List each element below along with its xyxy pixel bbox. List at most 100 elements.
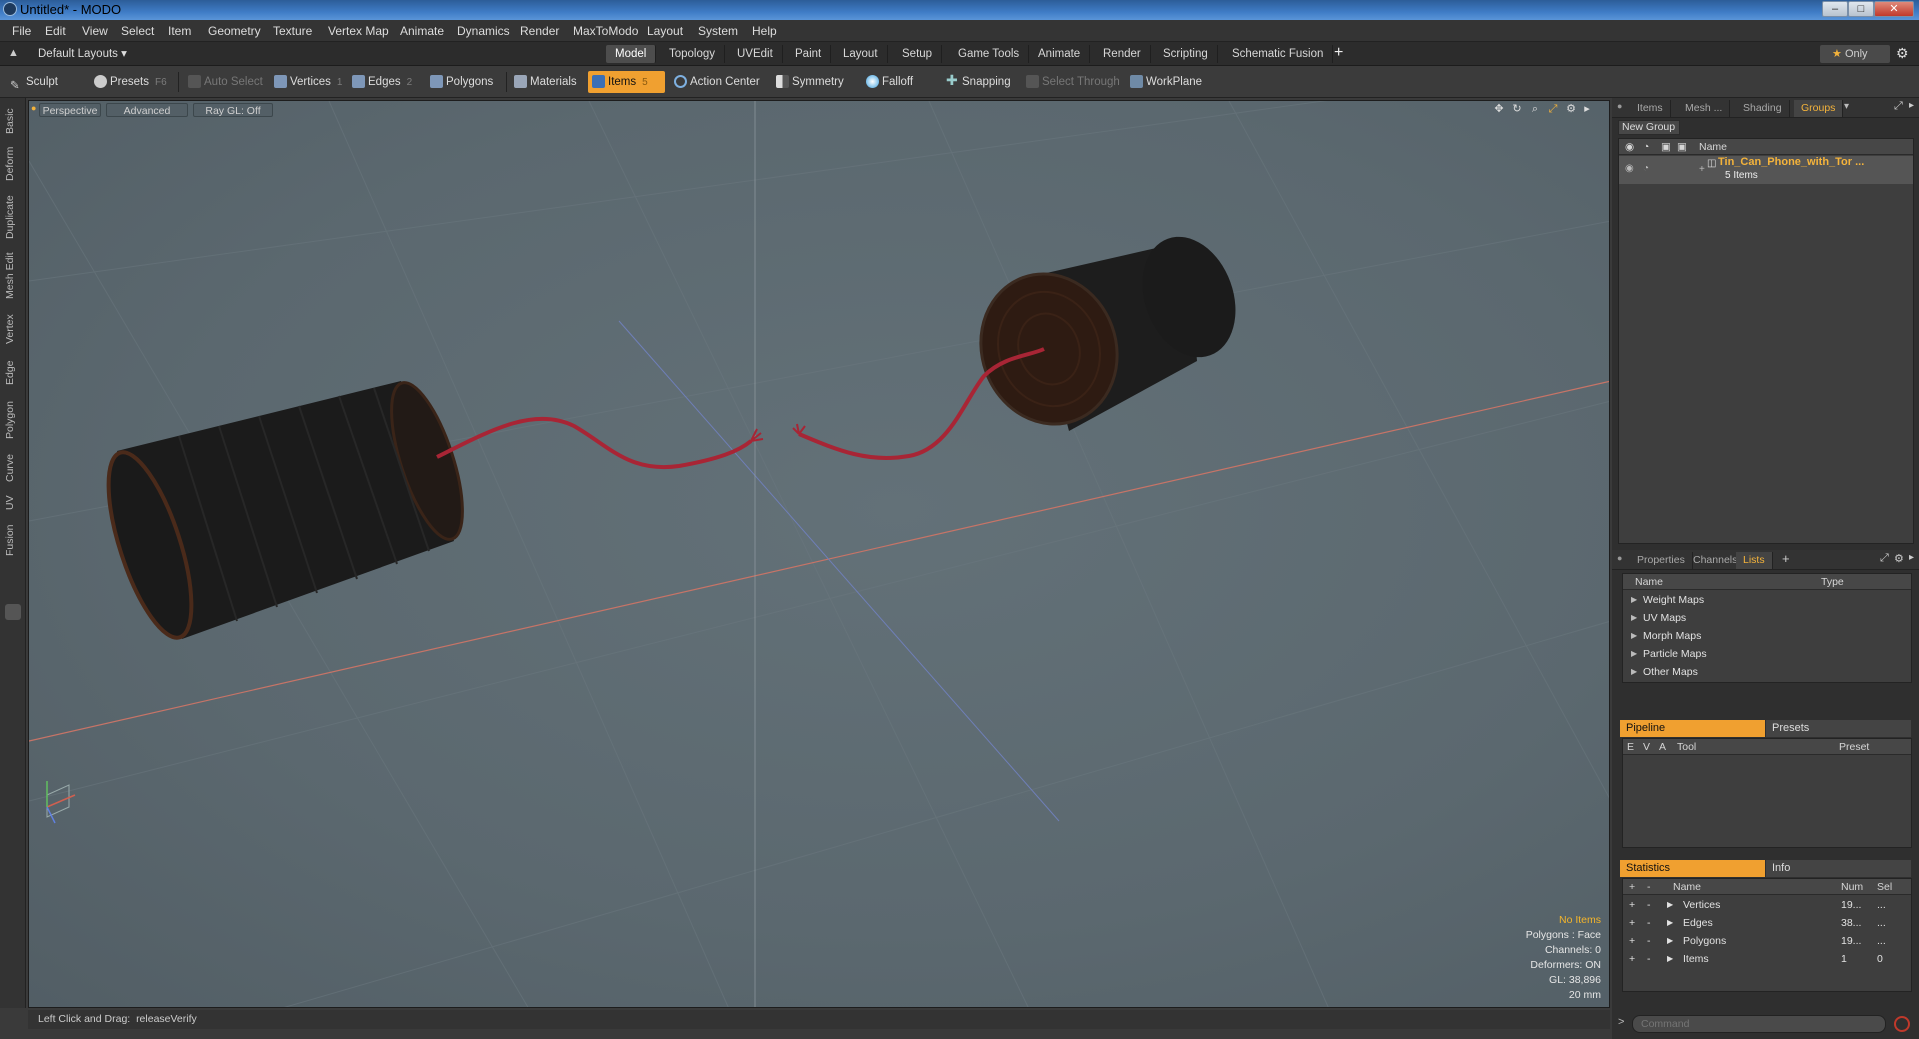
tab-pipeline[interactable]: Pipeline bbox=[1620, 720, 1765, 737]
new-group-button[interactable]: New Group bbox=[1618, 120, 1680, 135]
items-button[interactable]: Items 5 bbox=[588, 71, 665, 93]
panel-arrow-icon[interactable]: ▸ bbox=[1909, 100, 1914, 111]
falloff-button[interactable]: Falloff bbox=[862, 71, 919, 93]
stats-row[interactable]: + - ▶ Vertices 19... ... bbox=[1623, 896, 1911, 914]
add-tab-icon[interactable]: + bbox=[1334, 44, 1343, 62]
menu-file[interactable]: File bbox=[12, 24, 31, 38]
polygons-button[interactable]: Polygons bbox=[426, 71, 499, 93]
tab-presets[interactable]: Presets bbox=[1766, 720, 1911, 737]
group-row[interactable]: ◉ ◔ + ◫ Tin_Can_Phone_with_Tor ... 5 Ite… bbox=[1619, 156, 1913, 184]
menu-vertex-map[interactable]: Vertex Map bbox=[328, 24, 389, 38]
gear-icon[interactable]: ⚙ bbox=[1896, 45, 1909, 62]
viewport-options-icon[interactable]: ● bbox=[31, 103, 36, 113]
layout-selector[interactable]: Default Layouts ▾ bbox=[38, 46, 127, 60]
command-history-icon[interactable] bbox=[1894, 1016, 1910, 1032]
sidebar-tab-polygon[interactable]: Polygon bbox=[4, 396, 22, 444]
expand-triangle-icon[interactable]: ▶ bbox=[1631, 627, 1637, 645]
tab-animate[interactable]: Animate bbox=[1029, 45, 1091, 63]
layout-toggle-icon[interactable]: ▲ bbox=[8, 47, 19, 59]
menu-texture[interactable]: Texture bbox=[273, 24, 312, 38]
sidebar-tab-vertex[interactable]: Vertex bbox=[4, 308, 22, 350]
sidebar-tab-mesh-edit[interactable]: Mesh Edit bbox=[4, 250, 22, 302]
edges-button[interactable]: Edges 2 bbox=[348, 71, 418, 93]
stats-row[interactable]: + - ▶ Polygons 19... ... bbox=[1623, 932, 1911, 950]
sidebar-tab-uv[interactable]: UV bbox=[4, 492, 22, 514]
tab-setup[interactable]: Setup bbox=[893, 45, 943, 63]
menu-maxtomodo[interactable]: MaxToModo bbox=[573, 24, 638, 38]
expand-triangle-icon[interactable]: ▶ bbox=[1667, 914, 1673, 932]
menu-animate[interactable]: Animate bbox=[400, 24, 444, 38]
menu-help[interactable]: Help bbox=[752, 24, 777, 38]
viewport-expand-icon[interactable]: ▸ bbox=[1581, 103, 1593, 115]
add-selection-button[interactable]: + bbox=[1629, 932, 1635, 950]
list-item[interactable]: ▶ Weight Maps bbox=[1623, 591, 1911, 609]
tab-groups[interactable]: Groups bbox=[1794, 100, 1844, 117]
sidebar-tab-basic[interactable]: Basic bbox=[4, 104, 22, 138]
expand-panel-icon[interactable]: ⤢ bbox=[1880, 552, 1889, 565]
tab-schematic-fusion[interactable]: Schematic Fusion bbox=[1223, 45, 1334, 63]
menu-geometry[interactable]: Geometry bbox=[208, 24, 261, 38]
expand-triangle-icon[interactable]: ▶ bbox=[1631, 663, 1637, 681]
auto-select-button[interactable]: Auto Select bbox=[184, 71, 269, 93]
snapping-button[interactable]: ✚ Snapping bbox=[942, 71, 1017, 93]
tab-layout[interactable]: Layout bbox=[834, 45, 888, 63]
tab-info[interactable]: Info bbox=[1766, 860, 1911, 877]
remove-selection-button[interactable]: - bbox=[1647, 896, 1651, 914]
vertices-button[interactable]: Vertices 1 bbox=[270, 71, 348, 93]
sidebar-tab-duplicate[interactable]: Duplicate bbox=[4, 190, 22, 244]
remove-selection-button[interactable]: - bbox=[1647, 950, 1651, 968]
presets-button[interactable]: Presets F6 bbox=[90, 71, 173, 93]
minimize-button[interactable]: – bbox=[1822, 1, 1848, 17]
sidebar-tab-edge[interactable]: Edge bbox=[4, 356, 22, 390]
expand-triangle-icon[interactable]: ▶ bbox=[1667, 932, 1673, 950]
menu-dynamics[interactable]: Dynamics bbox=[457, 24, 510, 38]
fit-view-icon[interactable]: ⤢ bbox=[1547, 103, 1559, 115]
stats-row[interactable]: + - ▶ Items 1 0 bbox=[1623, 950, 1911, 968]
panel-arrow-icon[interactable]: ▸ bbox=[1909, 552, 1914, 563]
add-tab-icon[interactable]: + bbox=[1782, 551, 1790, 566]
panel-options-icon[interactable]: ● bbox=[1617, 553, 1622, 563]
add-selection-button[interactable]: + bbox=[1629, 896, 1635, 914]
list-item[interactable]: ▶ Other Maps bbox=[1623, 663, 1911, 681]
rotate-view-icon[interactable]: ↻ bbox=[1511, 103, 1523, 115]
panel-options-icon[interactable]: ● bbox=[1617, 101, 1622, 111]
menu-render[interactable]: Render bbox=[520, 24, 559, 38]
gear-icon[interactable]: ⚙ bbox=[1894, 552, 1904, 565]
stats-row[interactable]: + - ▶ Edges 38... ... bbox=[1623, 914, 1911, 932]
raygl-button[interactable]: Ray GL: Off bbox=[193, 103, 273, 117]
add-selection-button[interactable]: + bbox=[1629, 950, 1635, 968]
move-view-icon[interactable]: ✥ bbox=[1493, 103, 1505, 115]
tab-uvedit[interactable]: UVEdit bbox=[728, 45, 783, 63]
menu-view[interactable]: View bbox=[82, 24, 108, 38]
viewport-gear-icon[interactable]: ⚙ bbox=[1565, 103, 1577, 115]
add-selection-button[interactable]: + bbox=[1629, 914, 1635, 932]
tab-model[interactable]: Model bbox=[606, 45, 657, 63]
close-window-button[interactable]: ✕ bbox=[1874, 1, 1914, 17]
expand-triangle-icon[interactable]: ▶ bbox=[1631, 609, 1637, 627]
sidebar-tab-curve[interactable]: Curve bbox=[4, 450, 22, 486]
tab-topology[interactable]: Topology bbox=[660, 45, 726, 63]
command-input[interactable] bbox=[1632, 1015, 1886, 1033]
sidebar-tab-fusion[interactable]: Fusion bbox=[4, 520, 22, 560]
tab-render[interactable]: Render bbox=[1094, 45, 1151, 63]
tab-properties[interactable]: Properties bbox=[1630, 552, 1693, 569]
menu-item[interactable]: Item bbox=[168, 24, 191, 38]
remove-selection-button[interactable]: - bbox=[1647, 932, 1651, 950]
chevron-down-icon[interactable]: ▾ bbox=[1844, 101, 1849, 112]
expand-triangle-icon[interactable]: ▶ bbox=[1667, 896, 1673, 914]
tab-statistics[interactable]: Statistics bbox=[1620, 860, 1765, 877]
list-item[interactable]: ▶ UV Maps bbox=[1623, 609, 1911, 627]
tab-lists[interactable]: Lists bbox=[1736, 552, 1773, 569]
visibility-eye-icon[interactable]: ◉ bbox=[1625, 163, 1634, 174]
expand-triangle-icon[interactable]: ▶ bbox=[1631, 591, 1637, 609]
menu-select[interactable]: Select bbox=[121, 24, 154, 38]
maximize-button[interactable]: □ bbox=[1848, 1, 1874, 17]
sidebar-expand-button[interactable] bbox=[5, 604, 21, 620]
remove-selection-button[interactable]: - bbox=[1647, 914, 1651, 932]
lock-icon[interactable]: ◔ bbox=[1643, 163, 1649, 174]
view-mode-button[interactable]: Perspective bbox=[39, 103, 101, 117]
menu-layout[interactable]: Layout bbox=[647, 24, 683, 38]
tab-scripting[interactable]: Scripting bbox=[1154, 45, 1218, 63]
expand-triangle-icon[interactable]: ▶ bbox=[1667, 950, 1673, 968]
3d-viewport[interactable]: ● Perspective Advanced Ray GL: Off ✥ ↻ ⌕… bbox=[28, 100, 1610, 1008]
